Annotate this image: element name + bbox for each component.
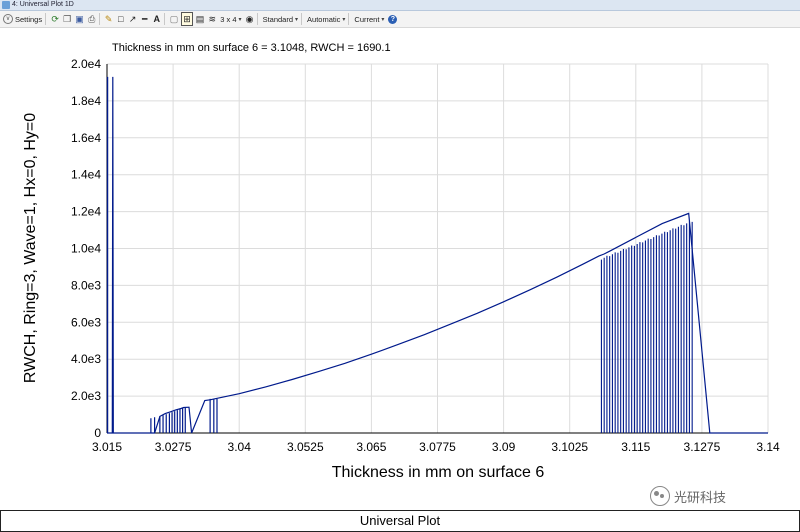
pencil-icon: ✎ [104,14,113,24]
arrow-icon: ↗ [128,14,137,24]
y-tick-label: 1.6e4 [71,131,101,145]
save-button[interactable]: ▣ [74,12,85,26]
x-tick-label: 3.0525 [287,440,324,454]
y-tick-label: 6.0e3 [71,315,101,329]
target-button[interactable]: ◉ [245,12,255,26]
x-tick-label: 3.1025 [551,440,588,454]
window-button[interactable]: ▤ [195,12,206,26]
x-tick-label: 3.04 [228,440,252,454]
x-tick-label: 3.14 [756,440,780,454]
x-tick-label: 3.115 [621,440,650,454]
layout-label: 3 x 4 [220,14,237,24]
watermark: 光研科技 [650,485,726,507]
x-tick-label: 3.09 [492,440,516,454]
footer-label: Universal Plot [0,510,800,532]
app-icon [2,1,10,9]
toolbar-separator [256,13,258,25]
y-tick-label: 1.2e4 [71,205,101,219]
copy-button[interactable]: ❐ [62,12,72,26]
line-button[interactable]: ━ [140,12,150,26]
plot-area[interactable]: Thickness in mm on surface 6 = 3.1048, R… [0,28,800,510]
toolbar-separator [45,13,47,25]
tick-labels: 3.015 3.0275 3.04 3.0525 3.065 3.0775 3.09 3.10… [71,57,780,454]
help-icon: ? [388,14,398,24]
current-label: Current [354,14,380,24]
target-icon: ◉ [245,14,254,24]
arrow-button[interactable]: ↗ [128,12,138,26]
x-tick-label: 3.0775 [419,440,456,454]
toolbar-separator [163,13,165,25]
y-tick-label: 2.0e4 [71,57,101,71]
lock-button[interactable]: ▢ [169,12,180,26]
window-title: 4: Universal Plot 1D [12,1,74,8]
plot-header: Thickness in mm on surface 6 = 3.1048, R… [112,42,391,54]
automatic-label: Automatic [307,14,341,24]
grid [106,63,769,434]
toolbar-separator [348,13,350,25]
x-tick-label: 3.015 [92,440,122,454]
copy-icon: ❐ [63,14,72,24]
pencil-button[interactable]: ✎ [104,12,114,26]
standard-label: Standard [262,14,294,24]
settings-button[interactable]: v Settings [2,12,43,26]
save-icon: ▣ [75,14,84,24]
y-tick-label: 1.0e4 [71,242,101,256]
wechat-logo-icon [650,486,670,506]
text-icon: A [153,14,160,24]
rectangle-button[interactable]: □ [116,12,126,26]
settings-label: Settings [15,14,43,24]
layout-dropdown[interactable]: 3 x 4 [219,12,242,26]
grid-button[interactable]: ⊞ [181,12,193,26]
window-titlebar: 4: Universal Plot 1D [0,0,800,11]
y-tick-label: 0 [94,426,101,440]
watermark-text: 光研科技 [674,489,727,505]
print-icon: ⎙ [88,14,96,24]
line-icon: ━ [141,14,148,24]
chevron-down-icon: v [3,14,13,24]
lock-icon: ▢ [169,14,179,24]
y-tick-label: 2.0e3 [71,389,101,403]
toolbar-separator [98,13,100,25]
chart: Thickness in mm on surface 6 = 3.1048, R… [22,42,780,481]
x-tick-label: 3.065 [356,440,386,454]
y-axis-label: RWCH, Ring=3, Wave=1, Hx=0, Hy=0 [22,113,39,383]
y-tick-label: 4.0e3 [71,352,101,366]
window-icon: ▤ [195,14,205,24]
print-button[interactable]: ⎙ [87,12,97,26]
current-dropdown[interactable]: Current [353,12,385,26]
text-button[interactable]: A [152,12,162,26]
layers-icon: ≋ [208,14,217,24]
toolbar: v Settings ⟳ ❐ ▣ ⎙ ✎ □ ↗ ━ A ▢ ⊞ ▤ ≋ 3 x… [0,11,800,28]
refresh-icon: ⟳ [51,14,59,24]
x-tick-label: 3.0275 [155,440,192,454]
y-tick-label: 1.4e4 [71,168,101,182]
automatic-dropdown[interactable]: Automatic [306,12,346,26]
rectangle-icon: □ [117,14,124,24]
y-tick-label: 8.0e3 [71,278,101,292]
refresh-button[interactable]: ⟳ [50,12,60,26]
toolbar-separator [301,13,303,25]
x-axis-label: Thickness in mm on surface 6 [332,464,545,481]
y-tick-label: 1.8e4 [71,94,101,108]
standard-dropdown[interactable]: Standard [262,12,299,26]
x-tick-label: 3.1275 [684,440,721,454]
help-button[interactable]: ? [387,12,398,26]
layers-button[interactable]: ≋ [207,12,217,26]
grid-icon: ⊞ [183,14,191,24]
